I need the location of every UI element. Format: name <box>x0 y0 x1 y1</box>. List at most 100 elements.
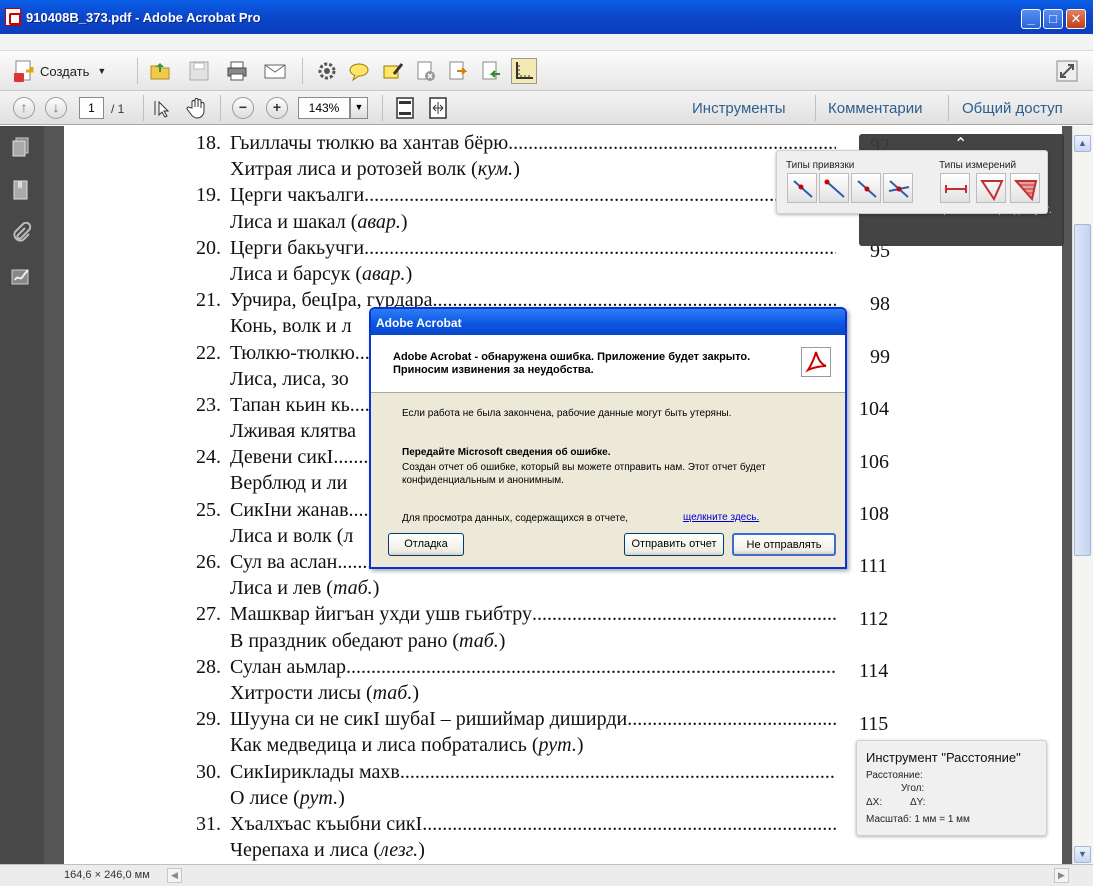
status-bar: 164,6 × 246,0 мм ◀ ▶ <box>0 864 1093 886</box>
zoom-level-input[interactable]: 143% <box>298 97 350 119</box>
distance-line-icon <box>945 185 967 193</box>
open-folder-icon[interactable] <box>149 60 171 82</box>
bookmarks-icon[interactable] <box>10 179 32 201</box>
toc-entry[interactable]: 20. Церги бакьучги ......................… <box>196 236 836 288</box>
fit-width-icon[interactable] <box>427 97 449 119</box>
toc-entry[interactable]: 31. Хъалхъас къыбни сикI ................… <box>196 812 836 864</box>
next-page-button[interactable]: ↓ <box>45 97 67 119</box>
toc-entry-title: СикIни жанав <box>230 498 349 521</box>
toc-entry-title-line: 19. Церги чакъалги ......................… <box>196 183 836 209</box>
toc-entry[interactable]: 27. Машквар йигъан ухди ушв гьибтру .....… <box>196 602 836 654</box>
data-loss-text: Если работа не была закончена, рабочие д… <box>402 408 732 419</box>
click-here-link[interactable]: щелкните здесь. <box>683 512 759 523</box>
zoom-dropdown-button[interactable]: ▼ <box>350 97 368 119</box>
toc-entry-title-line: 30. СикIириклады махв ...................… <box>196 760 836 786</box>
toc-page-number: 108 <box>859 503 889 525</box>
toc-entry-subtitle: О лисе (рут.) <box>230 786 345 809</box>
snap-to-path-button[interactable] <box>787 173 817 203</box>
page-thumbnails-icon[interactable] <box>10 136 32 158</box>
previous-page-button[interactable]: ↑ <box>13 97 35 119</box>
scroll-down-button[interactable]: ▼ <box>1074 846 1091 863</box>
print-icon[interactable] <box>226 60 248 82</box>
close-button[interactable]: ✕ <box>1066 9 1086 29</box>
distance-tool-panel: Инструмент "Расстояние" Расстояние: Угол… <box>856 740 1047 836</box>
import-icon[interactable] <box>480 60 502 82</box>
send-report-button[interactable]: Отправить отчет <box>624 533 724 556</box>
arrow-up-icon: ↑ <box>20 99 28 115</box>
delete-page-icon[interactable] <box>415 60 437 82</box>
scroll-up-button[interactable]: ▲ <box>1074 135 1091 152</box>
toc-entry-number: 21. <box>196 289 221 312</box>
toc-entry-title: Сулан аьмлар <box>230 655 347 678</box>
snap-midpoint-icon <box>857 180 877 198</box>
toc-entry-title: Гьиллачы тюлкю ва хантав бёрю <box>230 132 509 154</box>
highlight-icon[interactable] <box>382 60 404 82</box>
distance-tool-button[interactable] <box>940 173 970 203</box>
toc-entry[interactable]: 18. Гьиллачы тюлкю ва хантав бёрю .......… <box>196 131 836 183</box>
email-icon[interactable] <box>264 60 286 82</box>
scroll-thumb[interactable] <box>1074 224 1091 556</box>
tab-comments[interactable]: Комментарии <box>828 100 922 117</box>
scroll-right-button[interactable]: ▶ <box>1054 868 1069 883</box>
toc-entry[interactable]: 19. Церги чакъалги ......................… <box>196 183 836 235</box>
zoom-in-button[interactable]: + <box>266 97 288 119</box>
toc-entry-number: 31. <box>196 812 221 835</box>
create-button[interactable]: Создать ▼ <box>12 58 106 84</box>
fit-page-icon[interactable] <box>394 97 416 119</box>
create-label: Создать <box>40 63 90 79</box>
toc-entry-title-line: 29. Шууна си не сикI шубаI – ришиймар диш… <box>196 707 836 733</box>
scroll-left-button[interactable]: ◀ <box>167 868 182 883</box>
fullscreen-icon[interactable] <box>1056 60 1078 82</box>
select-cursor-icon[interactable] <box>153 99 173 119</box>
tab-tools[interactable]: Инструменты <box>692 100 786 117</box>
toc-entry-subtitle: В праздник обедают рано (таб.) <box>230 629 506 652</box>
toc-entry[interactable]: 29. Шууна си не сикI шубаI – ришиймар диш… <box>196 707 836 759</box>
toc-page-number: 114 <box>859 660 889 682</box>
attachments-icon[interactable] <box>10 222 32 244</box>
toc-page-number: 104 <box>859 398 889 420</box>
toc-entry[interactable]: 30. СикIириклады махв ...................… <box>196 760 836 812</box>
perimeter-tool-button[interactable] <box>976 173 1006 203</box>
toc-entry-title: Девени сикI <box>230 446 334 469</box>
toc-leader-dots: ........................................… <box>346 655 837 678</box>
toc-entry-title: Церги бакьучги <box>230 236 365 259</box>
measure-types-panel: Типы привязки Типы измерений <box>776 150 1048 214</box>
toc-entry-title-line: 31. Хъалхъас къыбни сикI ................… <box>196 812 836 838</box>
scale-label: Масштаб: 1 мм = 1 мм <box>866 814 970 825</box>
measure-tool-button[interactable] <box>511 58 537 84</box>
chevron-down-icon: ▼ <box>1078 849 1087 859</box>
toc-entry-number: 29. <box>196 708 221 731</box>
toc-entry[interactable]: 28. Сулан аьмлар ........................… <box>196 655 836 707</box>
toc-entry-title: Шууна си не сикI шубаI – ришиймар диширд… <box>230 708 628 731</box>
send-report-text: Создан отчет об ошибке, который вы может… <box>402 462 766 486</box>
dont-send-button[interactable]: Не отправлять <box>732 533 836 556</box>
toc-entry-subtitle: Лиса и лев (таб.) <box>230 577 380 600</box>
snap-endpoint-icon <box>824 179 845 198</box>
snap-to-intersections-button[interactable] <box>883 173 913 203</box>
zoom-out-button[interactable]: − <box>232 97 254 119</box>
vertical-scrollbar[interactable]: ▲ ▼ <box>1072 126 1093 864</box>
toc-page-number: 115 <box>859 713 889 735</box>
comment-icon[interactable] <box>348 60 370 82</box>
toc-entry-number: 24. <box>196 446 221 469</box>
menu-bar <box>0 34 1093 51</box>
snap-to-endpoints-button[interactable] <box>819 173 849 203</box>
export-icon[interactable] <box>447 60 469 82</box>
snap-intersection-icon <box>888 180 910 198</box>
minimize-button[interactable]: _ <box>1021 9 1041 29</box>
signatures-icon[interactable] <box>10 266 32 288</box>
page-number-input[interactable]: 1 <box>79 97 104 119</box>
snap-to-midpoints-button[interactable] <box>851 173 881 203</box>
hand-tool-icon[interactable] <box>186 98 208 120</box>
toc-page-number: 112 <box>859 608 889 630</box>
distance-tool-title: Инструмент "Расстояние" <box>866 750 1021 765</box>
toc-entry-title: СикIириклады махв <box>230 760 400 783</box>
save-icon[interactable] <box>188 60 210 82</box>
toc-entry-number: 22. <box>196 341 221 364</box>
tab-share[interactable]: Общий доступ <box>962 100 1063 117</box>
area-tool-button[interactable] <box>1010 173 1040 203</box>
toc-entry-number: 27. <box>196 603 221 626</box>
debug-button[interactable]: Отладка <box>388 533 464 556</box>
settings-icon[interactable] <box>316 60 338 82</box>
maximize-button[interactable]: □ <box>1043 9 1063 29</box>
